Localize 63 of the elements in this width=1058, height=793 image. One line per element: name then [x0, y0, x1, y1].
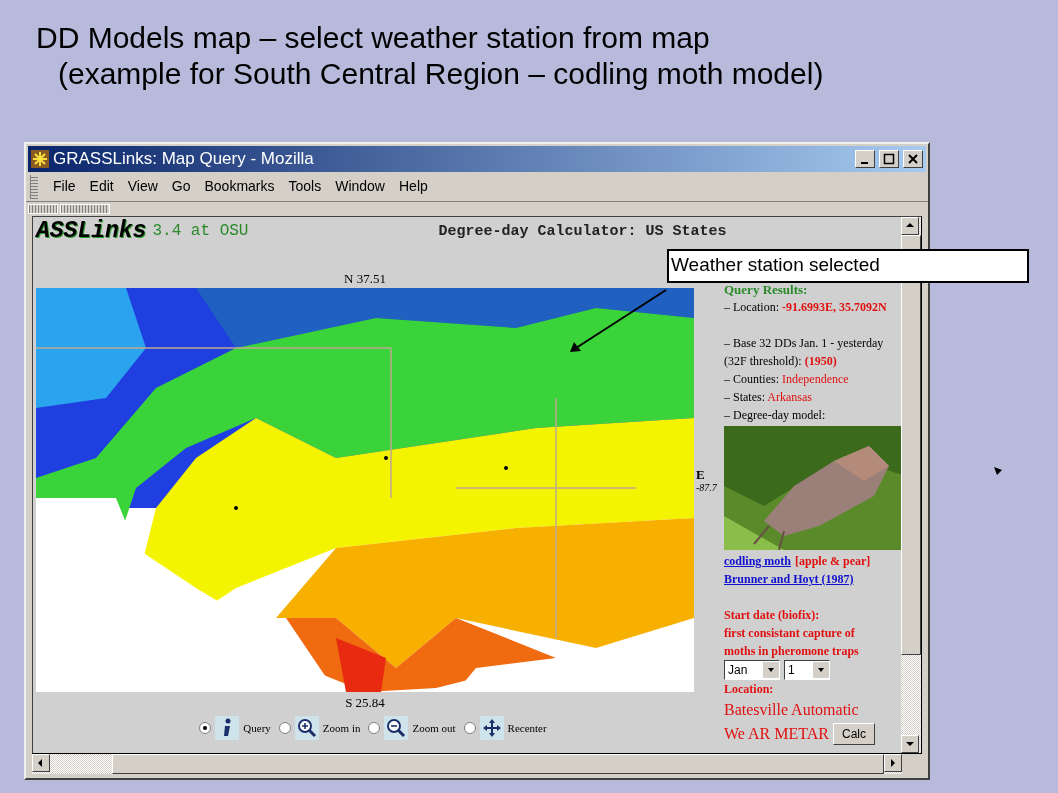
zoom-out-icon[interactable] — [384, 716, 409, 740]
month-select[interactable]: Jan — [724, 660, 780, 680]
radio-button[interactable] — [463, 722, 476, 734]
window-title: GRASSLinks: Map Query - Mozilla — [53, 148, 314, 171]
scrollbar-thumb[interactable] — [901, 235, 921, 655]
east-label: E — [696, 467, 706, 482]
zoom-in-icon[interactable] — [294, 716, 319, 740]
radio-button[interactable] — [278, 722, 291, 734]
version-label: 3.4 at OSU — [152, 221, 249, 242]
result-line: – Counties: Independence — [724, 371, 850, 388]
start-date-label: Start date (biofix): first consistant capture of moths in pheromone traps — [724, 607, 860, 660]
page-heading: Degree-day Calculator: US States — [438, 221, 727, 242]
radio-button[interactable] — [368, 722, 381, 734]
tool-label: Recenter — [507, 720, 547, 736]
move-arrows-icon[interactable] — [479, 716, 504, 740]
maximize-icon[interactable] — [879, 150, 899, 168]
station-name: We AR METAR — [724, 724, 829, 744]
radio-button[interactable] — [199, 722, 212, 734]
site-logo: ASSLinks — [36, 219, 147, 243]
dropdown-icon — [763, 662, 779, 678]
station-name: Batesville Automatic — [724, 700, 860, 720]
toolbar-grip[interactable] — [30, 174, 38, 199]
callout-label: Weather station selected — [667, 249, 1029, 283]
tool-label: Query — [243, 720, 271, 736]
close-icon[interactable] — [903, 150, 923, 168]
result-line: – States: Arkansas — [724, 389, 813, 406]
location-label: Location: — [724, 681, 775, 698]
day-select[interactable]: 1 — [784, 660, 830, 680]
scroll-left-icon[interactable] — [32, 754, 50, 772]
collapsed-toolbar[interactable] — [60, 204, 110, 214]
menu-item[interactable]: Go — [164, 176, 198, 197]
dropdown-icon — [813, 662, 829, 678]
south-coordinate: S 25.84 — [345, 694, 385, 712]
menu-item[interactable]: Help — [392, 176, 435, 197]
menu-item[interactable]: File — [46, 176, 83, 197]
tool-label: Zoom in — [322, 720, 361, 736]
vertical-scrollbar[interactable] — [901, 217, 921, 753]
scroll-down-icon[interactable] — [901, 735, 919, 753]
menu-item[interactable]: Window — [328, 176, 392, 197]
result-line: – Degree-day model: — [724, 407, 827, 424]
results-heading: Query Results: — [724, 281, 809, 298]
menu-item[interactable]: Bookmarks — [197, 176, 282, 197]
app-icon — [31, 150, 49, 168]
collapsed-toolbar[interactable] — [28, 204, 58, 214]
reference-link[interactable]: Brunner and Hoyt (1987) — [724, 572, 854, 586]
model-link[interactable]: codling moth — [724, 552, 791, 570]
host-label: [apple & pear] — [795, 553, 871, 570]
menu-item[interactable]: Tools — [281, 176, 329, 197]
menu-item[interactable]: Edit — [82, 176, 121, 197]
calc-button[interactable]: Calc — [833, 723, 875, 745]
slide-title: DD Models map – select weather station from map — [36, 20, 711, 56]
scroll-up-icon[interactable] — [901, 217, 919, 235]
minimize-icon[interactable] — [855, 150, 875, 168]
tool-label: Zoom out — [412, 720, 456, 736]
scroll-right-icon[interactable] — [884, 754, 902, 772]
east-coordinate: -87.7 — [696, 482, 718, 494]
result-line: – Base 32 DDs Jan. 1 - yesterday (32F threshold): (1950) — [724, 335, 885, 370]
menu-item[interactable]: View — [120, 176, 165, 197]
slide-title: (example for South Central Region – codling moth model) — [57, 56, 825, 92]
result-line: – Location: -91.6993E, 35.7092N — [724, 299, 888, 316]
north-coordinate: N 37.51 — [344, 270, 386, 288]
pointer-mark-icon — [994, 467, 1002, 475]
info-icon[interactable] — [215, 716, 240, 740]
